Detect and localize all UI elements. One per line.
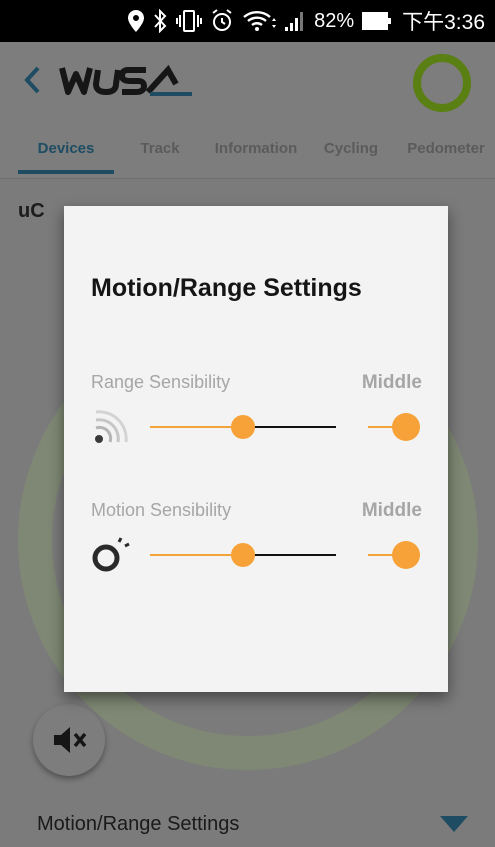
- battery-icon: [362, 7, 392, 35]
- motion-range-dialog: Motion/Range Settings Range Sensibility …: [64, 206, 448, 692]
- status-bar: 82% 下午3:36: [0, 0, 495, 42]
- settings-row-label: Motion/Range Settings: [37, 813, 240, 835]
- battery-percent: 82%: [314, 9, 355, 32]
- range-slider-thumb[interactable]: [231, 415, 255, 439]
- motion-toggle-knob: [392, 541, 420, 569]
- wifi-icon: [242, 7, 277, 35]
- location-icon: [128, 7, 145, 35]
- motion-ring-icon: [91, 536, 131, 576]
- back-button[interactable]: [18, 60, 46, 100]
- device-name: uC: [18, 200, 45, 222]
- motion-sensibility-toggle[interactable]: [368, 541, 420, 569]
- range-toggle-knob: [392, 413, 420, 441]
- motion-slider-thumb[interactable]: [231, 543, 255, 567]
- tab-pedometer[interactable]: Pedometer: [396, 117, 495, 179]
- wusa-logo-icon: [56, 62, 196, 98]
- tab-information[interactable]: Information: [205, 117, 307, 179]
- dialog-title: Motion/Range Settings: [91, 274, 362, 302]
- range-sensibility-label: Range Sensibility: [91, 372, 231, 392]
- device-ring-icon[interactable]: [413, 54, 471, 112]
- app-bar: [0, 42, 495, 117]
- tab-track[interactable]: Track: [124, 117, 196, 179]
- motion-sensibility-label: Motion Sensibility: [91, 500, 232, 520]
- motion-slider-fill: [150, 554, 243, 556]
- signal-icon: [284, 7, 306, 35]
- clock-time: 下午3:36: [402, 11, 485, 34]
- mute-button[interactable]: [33, 704, 105, 776]
- expand-button[interactable]: [438, 812, 470, 834]
- tab-indicator: [18, 170, 114, 174]
- tab-cycling[interactable]: Cycling: [316, 117, 386, 179]
- range-sensibility-value: Middle: [361, 372, 422, 393]
- range-sensibility-slider[interactable]: [150, 415, 336, 439]
- signal-waves-icon: [91, 408, 131, 448]
- alarm-icon: [210, 7, 234, 35]
- speaker-muted-icon: [54, 727, 87, 753]
- chevron-left-icon: [24, 66, 40, 94]
- motion-sensibility-value: Middle: [361, 500, 422, 521]
- motion-sensibility-slider[interactable]: [150, 543, 336, 567]
- range-slider-fill: [150, 426, 243, 428]
- bluetooth-icon: [152, 7, 168, 35]
- range-sensibility-toggle[interactable]: [368, 413, 420, 441]
- vibrate-icon: [176, 7, 203, 35]
- caret-down-icon: [440, 816, 468, 832]
- screen: 82% 下午3:36 Devices Track Information Cyc…: [0, 0, 495, 847]
